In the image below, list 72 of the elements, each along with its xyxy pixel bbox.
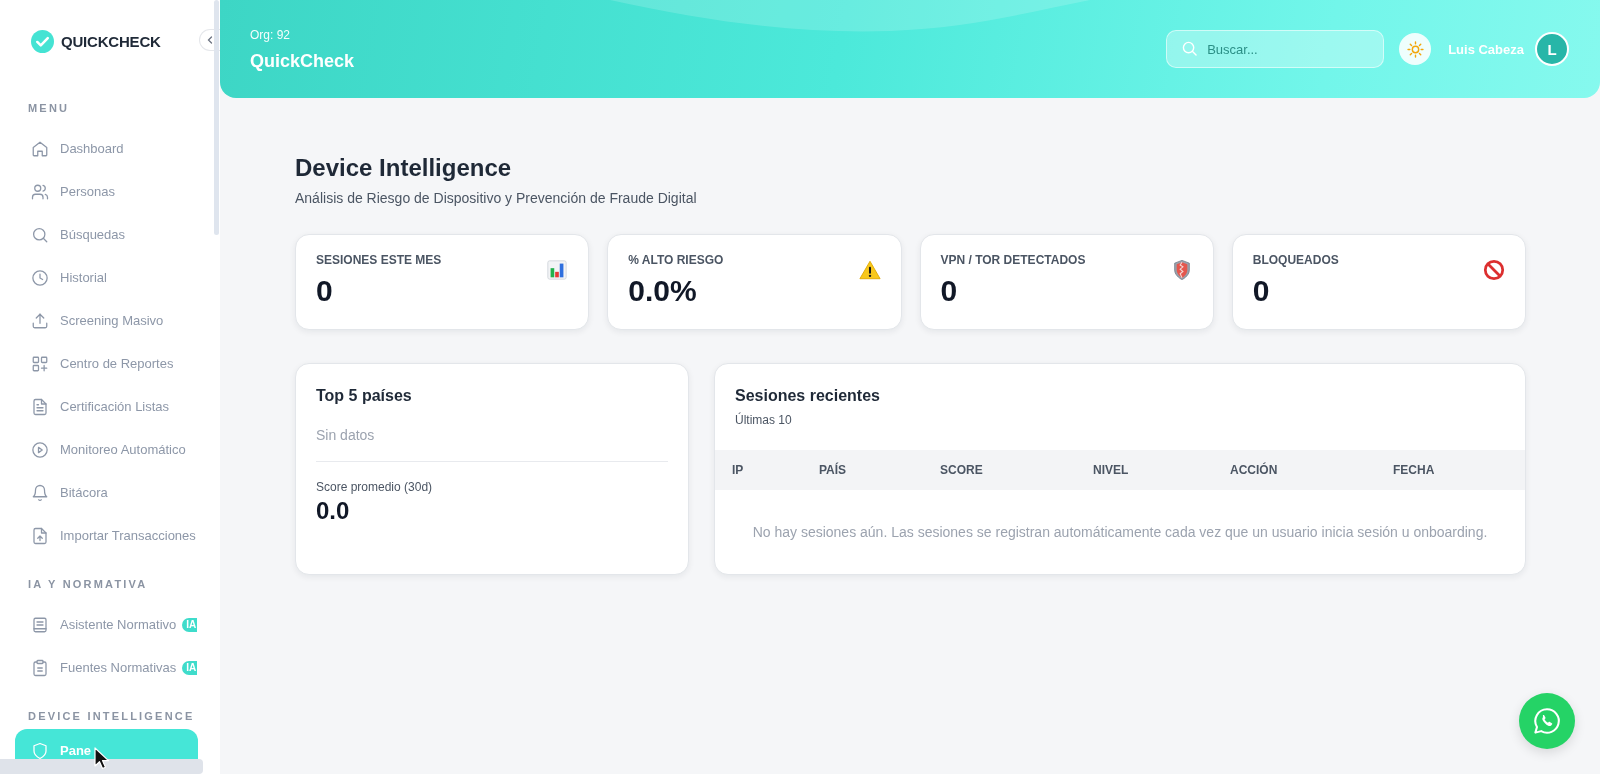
stat-label: BLOQUEADOS <box>1252 252 1339 268</box>
search-icon <box>31 225 49 244</box>
stat-value: 0 <box>1252 274 1271 308</box>
org-label: Org: 92 <box>250 26 292 43</box>
stat-label: VPN / TOR DETECTADOS <box>940 252 1086 268</box>
sidebar-item[interactable]: Certificación Listas <box>15 385 198 428</box>
ai-badge: IA <box>182 660 198 675</box>
scrollbar-thumb[interactable] <box>214 0 219 235</box>
column-header: SCORE <box>940 463 984 477</box>
play-icon <box>31 440 49 459</box>
chat-button[interactable] <box>1519 693 1575 749</box>
logo-text: QUICKCHECK <box>61 32 161 50</box>
upload-icon <box>31 311 49 330</box>
book-icon <box>31 615 49 634</box>
sidebar-item[interactable]: Importar Transacciones <box>15 514 198 557</box>
stat-label: SESIONES ESTE MES <box>316 252 442 268</box>
column-header: ACCIÓN <box>1230 463 1279 477</box>
card-subtitle: Últimas 10 <box>735 412 793 428</box>
sidebar-item[interactable]: Monitoreo Automático <box>15 428 198 471</box>
score-value: 0.0 <box>316 497 351 525</box>
sidebar-item[interactable]: Dashboard <box>15 127 198 170</box>
column-header: IP <box>732 463 745 477</box>
empty-message: No hay sesiones aún. Las sesiones se registran automáticamente cada vez que un usuario inicia sesión u onboarding. <box>751 523 1489 542</box>
sidebar-item[interactable]: Búsquedas <box>15 213 198 256</box>
page-title: Device Intelligence <box>295 153 513 183</box>
ai-badge: IA <box>182 617 198 632</box>
phone-chat-icon <box>1532 706 1562 736</box>
clock-icon <box>31 268 49 287</box>
score-label: Score promedio (30d) <box>316 479 434 495</box>
stat-value: 0 <box>316 274 334 308</box>
sidebar-item[interactable]: Historial <box>15 256 198 299</box>
stat-value: 0 <box>940 274 959 308</box>
sidebar-item[interactable]: Fuentes Normativas IA <box>15 646 198 689</box>
prohibited-icon <box>1483 259 1505 281</box>
bar-chart-icon <box>546 259 569 281</box>
empty-message: Sin datos <box>316 426 376 445</box>
shield-icon <box>31 741 49 760</box>
horizontal-scrollbar[interactable] <box>0 759 203 774</box>
sidebar-item[interactable]: Asistente Normativo IA <box>15 603 198 646</box>
sidebar-item[interactable]: Screening Masivo <box>15 299 198 342</box>
search-icon <box>1182 41 1198 56</box>
bell-icon <box>31 483 49 502</box>
check-circle-icon <box>31 29 54 53</box>
sidebar-item[interactable]: Bitácora <box>15 471 198 514</box>
file-upload-icon <box>31 526 49 545</box>
card-title: Sesiones recientes <box>735 386 881 406</box>
warning-icon <box>858 259 881 281</box>
app-title: QuickCheck <box>250 49 355 72</box>
card-title: Top 5 países <box>316 386 413 406</box>
stat-label: % ALTO RIESGO <box>628 252 724 268</box>
section-label: MENU <box>28 101 71 115</box>
column-header: FECHA <box>1393 463 1436 477</box>
user-name: Luis Cabeza <box>1448 41 1524 57</box>
chevron-left-icon <box>206 36 214 44</box>
search-field[interactable]: Buscar... <box>1166 30 1385 68</box>
document-icon <box>31 397 49 416</box>
people-icon <box>31 182 49 201</box>
section-label: IA Y NORMATIVA <box>28 577 149 591</box>
grid-plus-icon <box>31 354 49 373</box>
column-header: PAÍS <box>819 463 848 477</box>
home-icon <box>31 139 49 158</box>
page-subtitle: Análisis de Riesgo de Dispositivo y Prevención de Fraude Digital <box>295 189 698 208</box>
cursor-icon <box>94 747 109 770</box>
sun-icon <box>1406 40 1424 58</box>
section-label: DEVICE INTELLIGENCE <box>28 709 196 723</box>
clipboard-icon <box>31 658 49 677</box>
user-avatar[interactable]: L <box>1535 32 1569 66</box>
theme-toggle-button[interactable] <box>1399 33 1432 65</box>
sidebar-item[interactable]: Centro de Reportes <box>15 342 198 385</box>
stat-value: 0.0% <box>628 274 698 308</box>
sidebar-item[interactable]: Personas <box>15 170 198 213</box>
column-header: NIVEL <box>1093 463 1130 477</box>
